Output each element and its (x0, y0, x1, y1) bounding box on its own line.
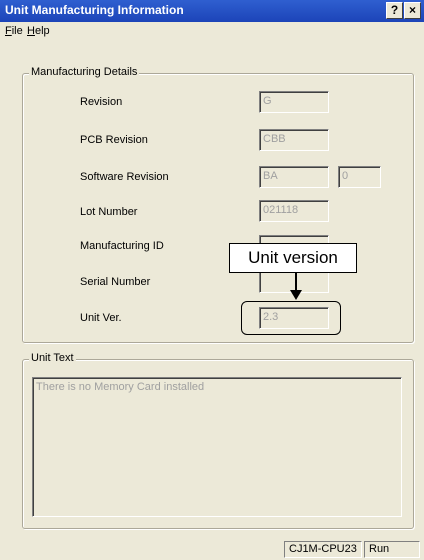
manufacturing-details-label: Manufacturing Details (29, 66, 140, 78)
status-mode: Run (364, 541, 420, 558)
status-model: CJ1M-CPU23 (284, 541, 362, 558)
pcb-revision-field[interactable]: CBB (259, 129, 329, 151)
menu-help[interactable]: Help (27, 25, 50, 37)
unit-version-callout: Unit version (229, 243, 357, 273)
revision-label: Revision (80, 96, 123, 108)
window-title: Unit Manufacturing Information (5, 3, 184, 17)
unit-text-label: Unit Text (29, 352, 76, 364)
callout-arrow-icon (290, 273, 302, 300)
menu-help-accel: H (27, 25, 35, 37)
software-revision-sub-field[interactable]: 0 (338, 166, 381, 188)
pcb-revision-label: PCB Revision (80, 134, 148, 146)
menu-help-rest: elp (34, 25, 50, 37)
lot-number-label: Lot Number (80, 206, 138, 218)
menu-file-rest: ile (11, 25, 23, 37)
menu-file[interactable]: File (5, 25, 23, 37)
help-button[interactable]: ? (386, 2, 403, 19)
manufacturing-id-label: Manufacturing ID (80, 240, 164, 252)
unit-text-area[interactable]: There is no Memory Card installed (32, 377, 402, 517)
unit-ver-label: Unit Ver. (80, 312, 122, 324)
status-bar: CJ1M-CPU23 Run (0, 538, 424, 560)
title-bar: Unit Manufacturing Information ? × (0, 0, 424, 22)
unit-info-window: Unit Manufacturing Information ? × File … (0, 0, 424, 560)
serial-number-label: Serial Number (80, 276, 151, 288)
unit-ver-highlight (241, 301, 341, 335)
menu-file-accel: F (5, 25, 12, 37)
close-button[interactable]: × (404, 2, 421, 19)
menu-bar: File Help (0, 22, 424, 42)
revision-field[interactable]: G (259, 91, 329, 113)
software-revision-field[interactable]: BA (259, 166, 329, 188)
software-revision-label: Software Revision (80, 171, 169, 183)
lot-number-field[interactable]: 021118 (259, 200, 329, 222)
